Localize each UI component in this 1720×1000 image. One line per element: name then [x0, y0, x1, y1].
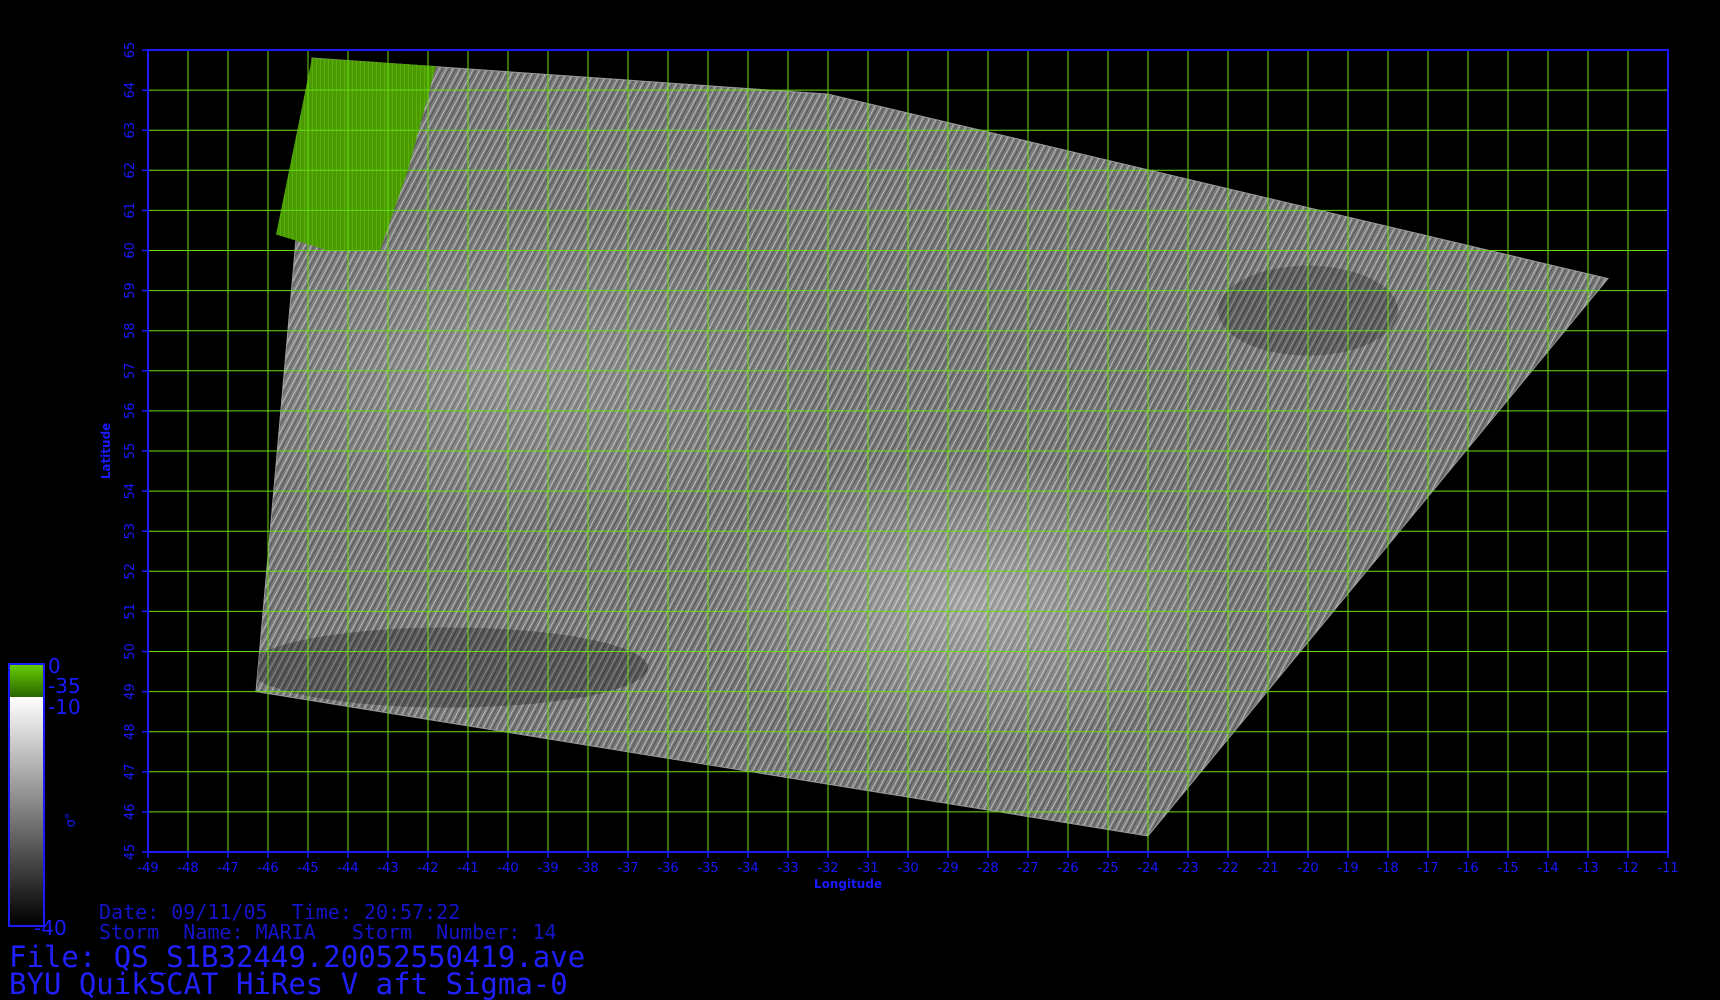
- x-tick-label: -41: [457, 861, 478, 876]
- x-tick-label: -46: [257, 861, 278, 876]
- x-tick-label: -11: [1657, 861, 1678, 876]
- x-tick-label: -17: [1417, 861, 1438, 876]
- map-viewer: -49 -48 -47 -46 -45 -44 -43 -42 -41 -40 -39 -38 -37 -…: [0, 0, 1720, 1000]
- x-tick-label: -49: [137, 861, 158, 876]
- x-tick-label: -22: [1217, 861, 1238, 876]
- product-title-text: BYU QuikSCAT HiRes V aft Sigma-0: [9, 967, 568, 1000]
- y-axis-title: Latitude: [99, 423, 113, 480]
- x-tick-label: -26: [1057, 861, 1078, 876]
- x-tick-label: -36: [657, 861, 678, 876]
- y-tick-label: 55: [123, 443, 138, 460]
- x-tick-label: -44: [337, 861, 358, 876]
- x-tick-label: -28: [977, 861, 998, 876]
- bright-wind-region: [708, 453, 1228, 754]
- y-tick-label: 65: [123, 42, 138, 59]
- y-tick-label: 60: [123, 242, 138, 259]
- x-tick-label: -14: [1537, 861, 1558, 876]
- x-tick-label: -15: [1497, 861, 1518, 876]
- x-tick-label: -30: [897, 861, 918, 876]
- x-tick-label: -19: [1337, 861, 1358, 876]
- x-tick-label: -16: [1457, 861, 1478, 876]
- x-tick-label: -33: [777, 861, 798, 876]
- x-tick-label: -45: [297, 861, 318, 876]
- sigma0-map: -49 -48 -47 -46 -45 -44 -43 -42 -41 -40 -39 -38 -37 -…: [8, 42, 1679, 940]
- y-tick-label: 59: [123, 282, 138, 299]
- x-tick-label: -39: [537, 861, 558, 876]
- y-tick-label: 56: [123, 403, 138, 420]
- x-axis-title: Longitude: [814, 877, 882, 891]
- x-tick-label: -24: [1137, 861, 1158, 876]
- x-tick-label: -34: [737, 861, 758, 876]
- colorbar-symbol: σ°: [64, 813, 79, 828]
- y-tick-label: 64: [123, 82, 138, 99]
- x-tick-label: -20: [1297, 861, 1318, 876]
- y-tick-label: 58: [123, 322, 138, 339]
- colorbar: 0 -35 -10 -40 σ°: [8, 654, 81, 940]
- x-tick-label: -12: [1617, 861, 1638, 876]
- x-tick-label: -18: [1377, 861, 1398, 876]
- colorbar-label-max: -10: [48, 695, 81, 719]
- y-tick-label: 53: [123, 523, 138, 540]
- x-tick-label: -25: [1097, 861, 1118, 876]
- colorbar-green-segment: [10, 665, 43, 697]
- y-tick-label: 57: [123, 363, 138, 380]
- y-tick-label: 51: [123, 603, 138, 620]
- y-tick-label: 54: [123, 483, 138, 500]
- y-tick-label: 62: [123, 162, 138, 179]
- y-tick-label: 49: [123, 683, 138, 700]
- y-tick-label: 48: [123, 723, 138, 740]
- y-tick-label: 52: [123, 563, 138, 580]
- x-tick-label: -13: [1577, 861, 1598, 876]
- x-tick-label: -48: [177, 861, 198, 876]
- x-tick-label: -43: [377, 861, 398, 876]
- x-tick-label: -35: [697, 861, 718, 876]
- x-tick-label: -37: [617, 861, 638, 876]
- colorbar-label-min: -40: [34, 916, 67, 940]
- y-tick-label: 61: [123, 202, 138, 219]
- x-tick-label: -23: [1177, 861, 1198, 876]
- x-tick-label: -31: [857, 861, 878, 876]
- x-tick-label: -40: [497, 861, 518, 876]
- y-tick-label: 50: [123, 643, 138, 660]
- x-tick-label: -38: [577, 861, 598, 876]
- x-tick-label: -42: [417, 861, 438, 876]
- y-tick-label: 47: [123, 764, 138, 781]
- y-tick-label: 63: [123, 122, 138, 139]
- x-tick-label: -29: [937, 861, 958, 876]
- x-tick-label: -32: [817, 861, 838, 876]
- x-tick-label: -47: [217, 861, 238, 876]
- x-tick-label: -27: [1017, 861, 1038, 876]
- x-tick-label: -21: [1257, 861, 1278, 876]
- y-tick-label: 46: [123, 804, 138, 821]
- colorbar-gray-segment: [10, 697, 43, 925]
- y-tick-label: 45: [123, 844, 138, 861]
